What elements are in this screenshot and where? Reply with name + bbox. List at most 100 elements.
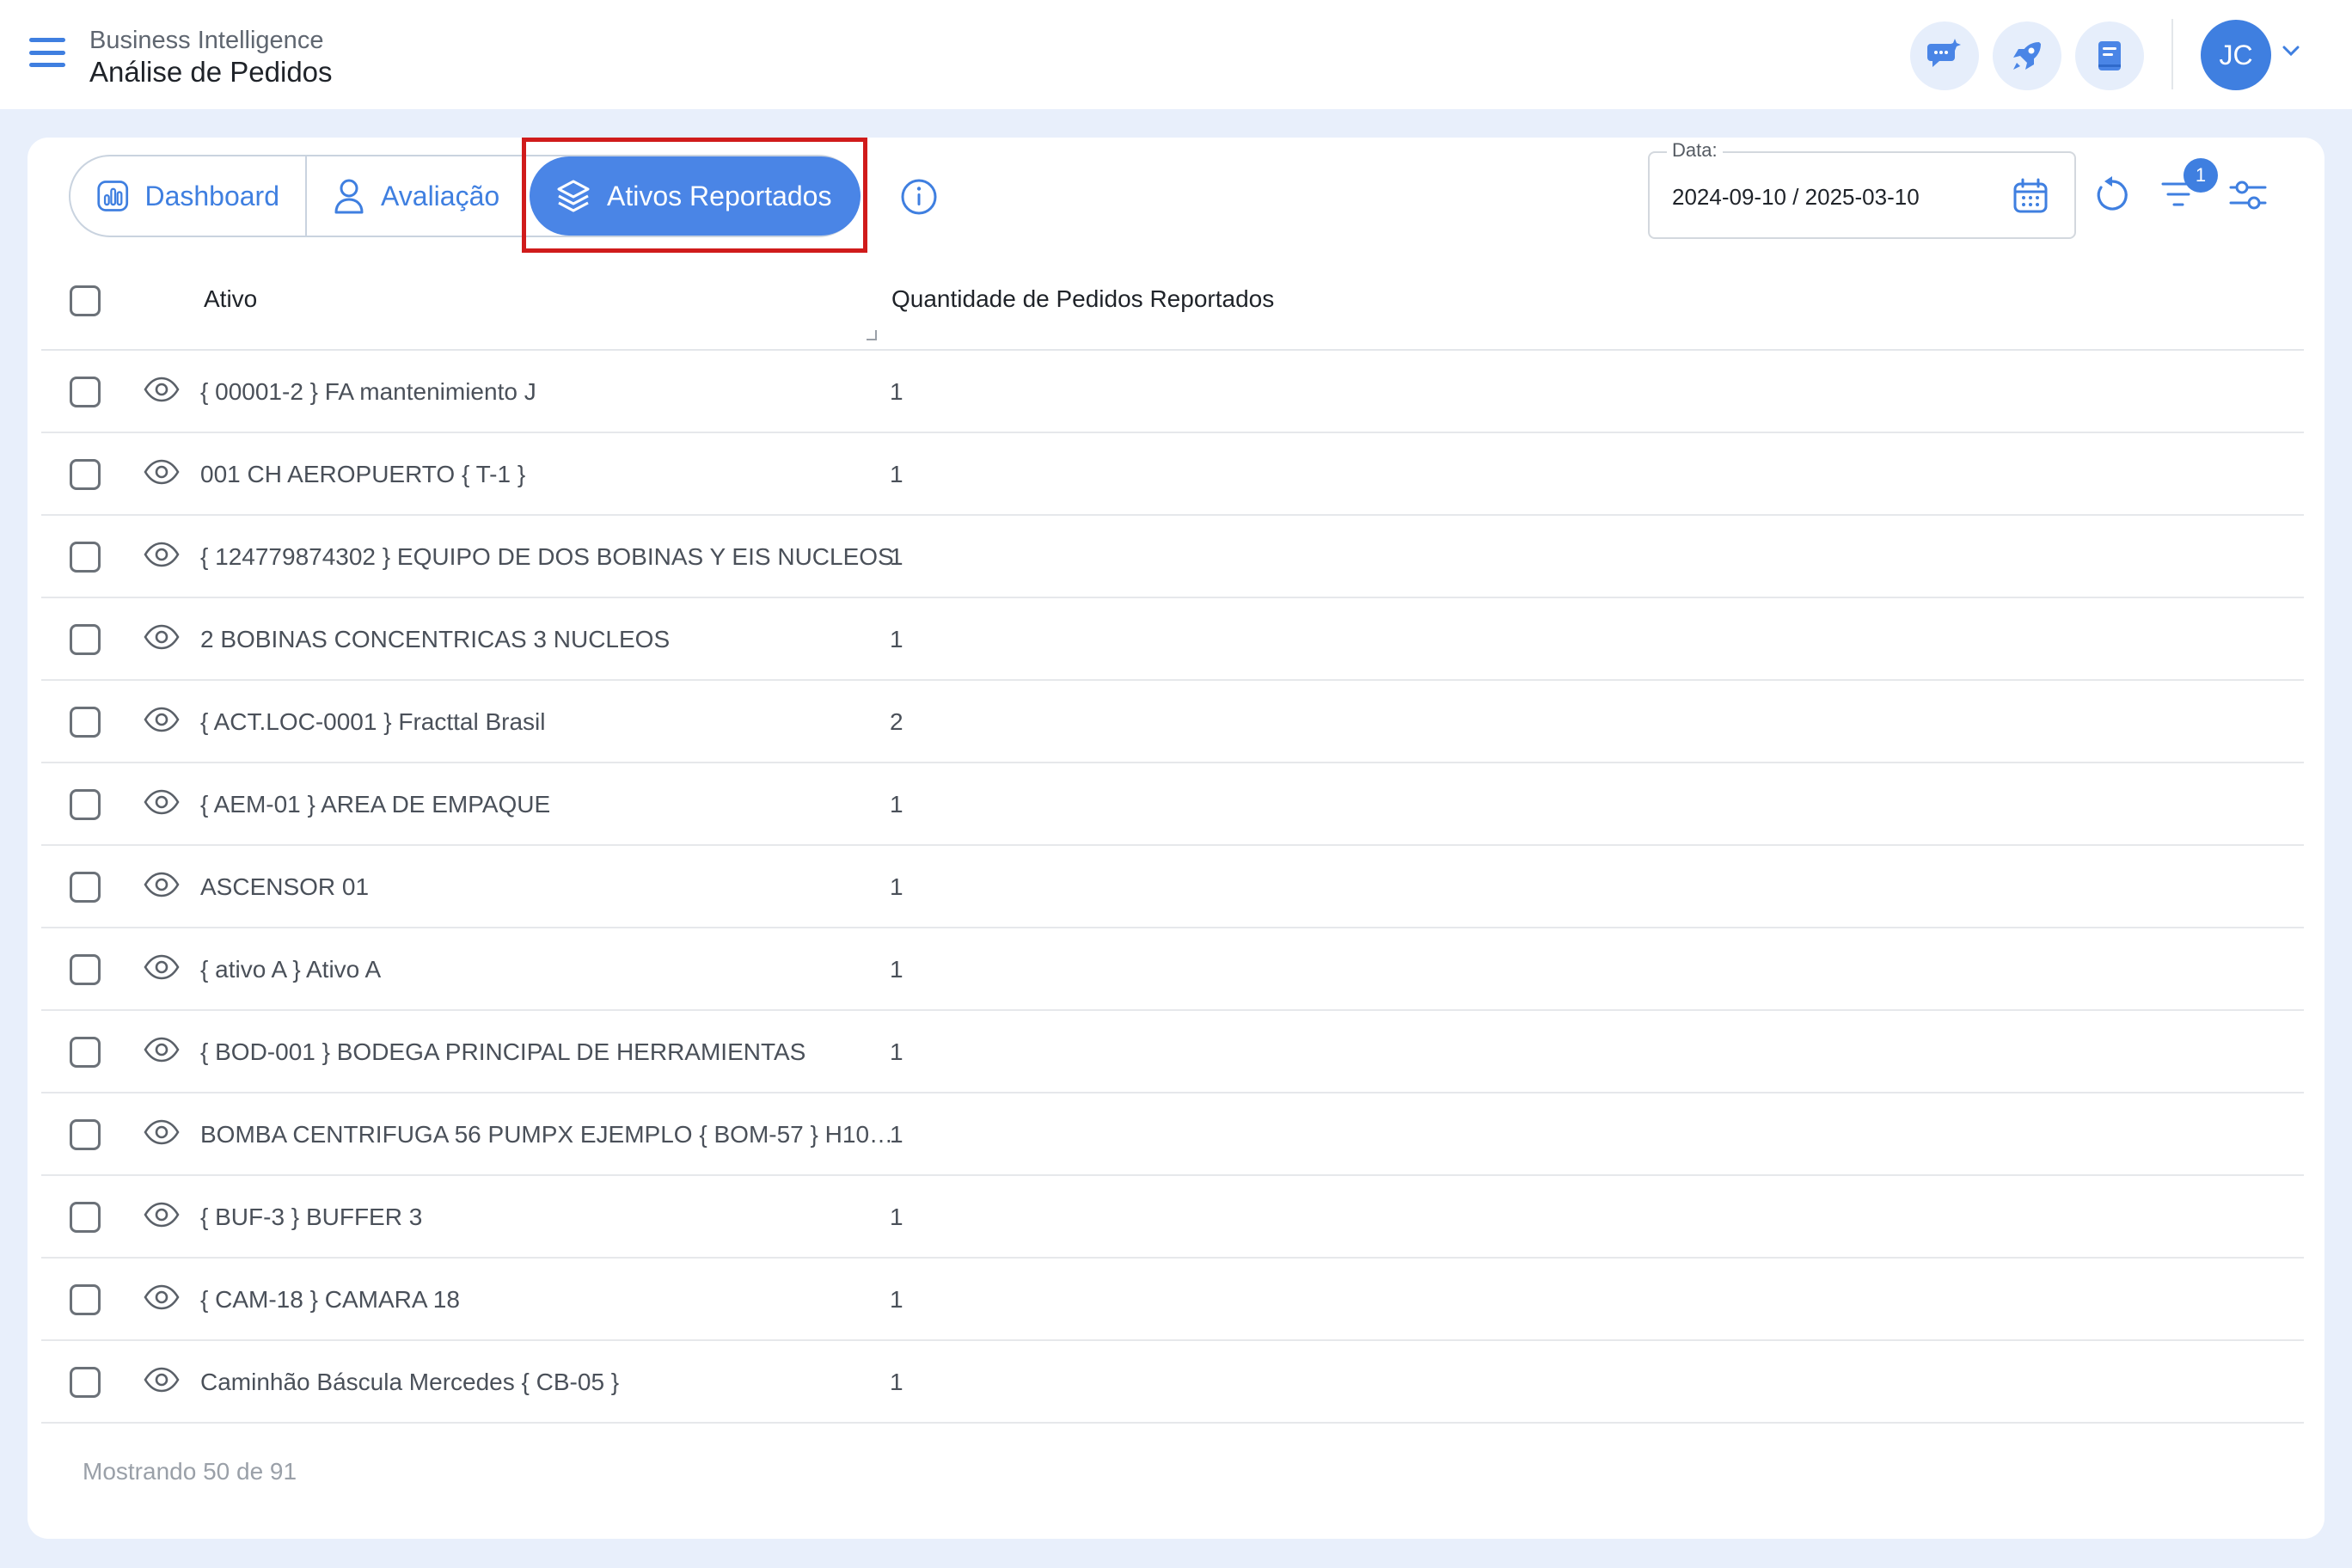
page-subtitle: Business Intelligence (89, 27, 324, 54)
refresh-icon[interactable] (2092, 175, 2132, 215)
reported-count: 1 (890, 1038, 903, 1065)
eye-icon[interactable] (144, 1367, 180, 1393)
page-titles: Business Intelligence Análise de Pedidos (89, 26, 333, 89)
eye-icon[interactable] (144, 624, 180, 650)
info-icon[interactable] (899, 177, 939, 217)
table-row[interactable]: 001 CH AEROPUERTO { T-1 } 1 (41, 433, 2304, 516)
table-row[interactable]: BOMBA CENTRIFUGA 56 PUMPX EJEMPLO { BOM-… (41, 1093, 2304, 1176)
chevron-down-icon[interactable] (2282, 45, 2300, 57)
eye-icon[interactable] (144, 459, 180, 485)
asset-name: BOMBA CENTRIFUGA 56 PUMPX EJEMPLO { BOM-… (200, 1121, 894, 1148)
chat-sparkle-icon[interactable] (1910, 21, 1979, 90)
calendar-icon[interactable] (2012, 178, 2049, 214)
row-checkbox[interactable] (70, 789, 101, 820)
reported-count: 1 (890, 1286, 903, 1313)
asset-name: { ACT.LOC-0001 } Fracttal Brasil (200, 708, 546, 735)
pagination-info: Mostrando 50 de 91 (83, 1458, 297, 1485)
reported-count: 1 (890, 956, 903, 983)
reported-count: 1 (890, 791, 903, 818)
date-field-label: Data: (1667, 139, 1723, 162)
column-resize-handle[interactable] (867, 330, 877, 340)
asset-name: { CAM-18 } CAMARA 18 (200, 1286, 460, 1313)
asset-name: { BOD-001 } BODEGA PRINCIPAL DE HERRAMIE… (200, 1038, 806, 1065)
eye-icon[interactable] (144, 954, 180, 980)
table-row[interactable]: { 124779874302 } EQUIPO DE DOS BOBINAS Y… (41, 516, 2304, 598)
eye-icon[interactable] (144, 1284, 180, 1310)
row-checkbox[interactable] (70, 1037, 101, 1068)
select-all-checkbox[interactable] (70, 285, 101, 316)
reported-count: 2 (890, 708, 903, 735)
rocket-icon[interactable] (1993, 21, 2061, 90)
table-row[interactable]: { AEM-01 } AREA DE EMPAQUE 1 (41, 763, 2304, 846)
asset-name: { ativo A } Ativo A (200, 956, 382, 983)
settings-sliders-icon[interactable] (2228, 175, 2268, 215)
tab-ativos-reportados[interactable]: Ativos Reportados (530, 156, 861, 236)
tab-avaliacao-label: Avaliação (381, 180, 500, 211)
row-checkbox[interactable] (70, 624, 101, 655)
row-checkbox[interactable] (70, 954, 101, 985)
row-checkbox[interactable] (70, 1119, 101, 1150)
tab-avaliacao[interactable]: Avaliação (307, 156, 529, 236)
asset-name: Caminhão Báscula Mercedes { CB-05 } (200, 1369, 620, 1395)
asset-name: { BUF-3 } BUFFER 3 (200, 1204, 423, 1230)
column-header-ativo[interactable]: Ativo (204, 285, 257, 313)
asset-name: { 124779874302 } EQUIPO DE DOS BOBINAS Y… (200, 543, 894, 570)
table-row[interactable]: { BOD-001 } BODEGA PRINCIPAL DE HERRAMIE… (41, 1011, 2304, 1093)
reported-count: 1 (890, 1204, 903, 1230)
tab-dashboard-label: Dashboard (144, 180, 279, 211)
asset-name: ASCENSOR 01 (200, 873, 370, 900)
reported-count: 1 (890, 543, 903, 570)
eye-icon[interactable] (144, 1119, 180, 1145)
asset-name: { 00001-2 } FA mantenimiento J (200, 378, 536, 405)
row-checkbox[interactable] (70, 872, 101, 903)
table-header: Ativo Quantidade de Pedidos Reportados (41, 268, 2304, 351)
header-divider (2171, 19, 2173, 89)
eye-icon[interactable] (144, 1202, 180, 1228)
date-range-field[interactable]: Data: 2024-09-10 / 2025-03-10 (1648, 139, 2076, 239)
table-row[interactable]: ASCENSOR 01 1 (41, 846, 2304, 928)
book-icon[interactable] (2075, 21, 2144, 90)
reported-count: 1 (890, 461, 903, 487)
page-title: Análise de Pedidos (89, 56, 333, 88)
eye-icon[interactable] (144, 872, 180, 897)
row-checkbox[interactable] (70, 1367, 101, 1398)
row-checkbox[interactable] (70, 1284, 101, 1315)
menu-icon[interactable] (29, 38, 65, 67)
view-tabs: Dashboard Avaliação Ativos Reportados (69, 155, 861, 237)
row-checkbox[interactable] (70, 377, 101, 407)
asset-name: { AEM-01 } AREA DE EMPAQUE (200, 791, 551, 818)
user-icon (334, 179, 364, 214)
row-checkbox[interactable] (70, 1202, 101, 1233)
top-header: Business Intelligence Análise de Pedidos… (0, 0, 2352, 109)
table-row[interactable]: { 00001-2 } FA mantenimiento J 1 (41, 351, 2304, 433)
eye-icon[interactable] (144, 542, 180, 567)
date-range-value: 2024-09-10 / 2025-03-10 (1672, 184, 1920, 210)
reported-count: 1 (890, 378, 903, 405)
reported-count: 1 (890, 1121, 903, 1148)
table-row[interactable]: { ACT.LOC-0001 } Fracttal Brasil 2 (41, 681, 2304, 763)
avatar[interactable]: JC (2201, 20, 2271, 90)
table-row[interactable]: { CAM-18 } CAMARA 18 1 (41, 1259, 2304, 1341)
eye-icon[interactable] (144, 707, 180, 732)
layers-icon (557, 180, 590, 212)
reported-count: 1 (890, 1369, 903, 1395)
eye-icon[interactable] (144, 1037, 180, 1063)
tab-dashboard[interactable]: Dashboard (70, 156, 307, 236)
row-checkbox[interactable] (70, 459, 101, 490)
row-checkbox[interactable] (70, 707, 101, 738)
filter-count-badge: 1 (2184, 158, 2218, 193)
column-header-quantidade[interactable]: Quantidade de Pedidos Reportados (891, 285, 1274, 313)
asset-name: 2 BOBINAS CONCENTRICAS 3 NUCLEOS (200, 626, 671, 652)
table-row[interactable]: 2 BOBINAS CONCENTRICAS 3 NUCLEOS 1 (41, 598, 2304, 681)
reported-count: 1 (890, 626, 903, 652)
asset-name: 001 CH AEROPUERTO { T-1 } (200, 461, 526, 487)
chart-bars-icon (97, 181, 129, 211)
eye-icon[interactable] (144, 377, 180, 402)
table-row[interactable]: { BUF-3 } BUFFER 3 1 (41, 1176, 2304, 1259)
reported-count: 1 (890, 873, 903, 900)
table-row[interactable]: Caminhão Báscula Mercedes { CB-05 } 1 (41, 1341, 2304, 1424)
table-row[interactable]: { ativo A } Ativo A 1 (41, 928, 2304, 1011)
eye-icon[interactable] (144, 789, 180, 815)
tab-ativos-reportados-label: Ativos Reportados (607, 180, 832, 211)
row-checkbox[interactable] (70, 542, 101, 573)
